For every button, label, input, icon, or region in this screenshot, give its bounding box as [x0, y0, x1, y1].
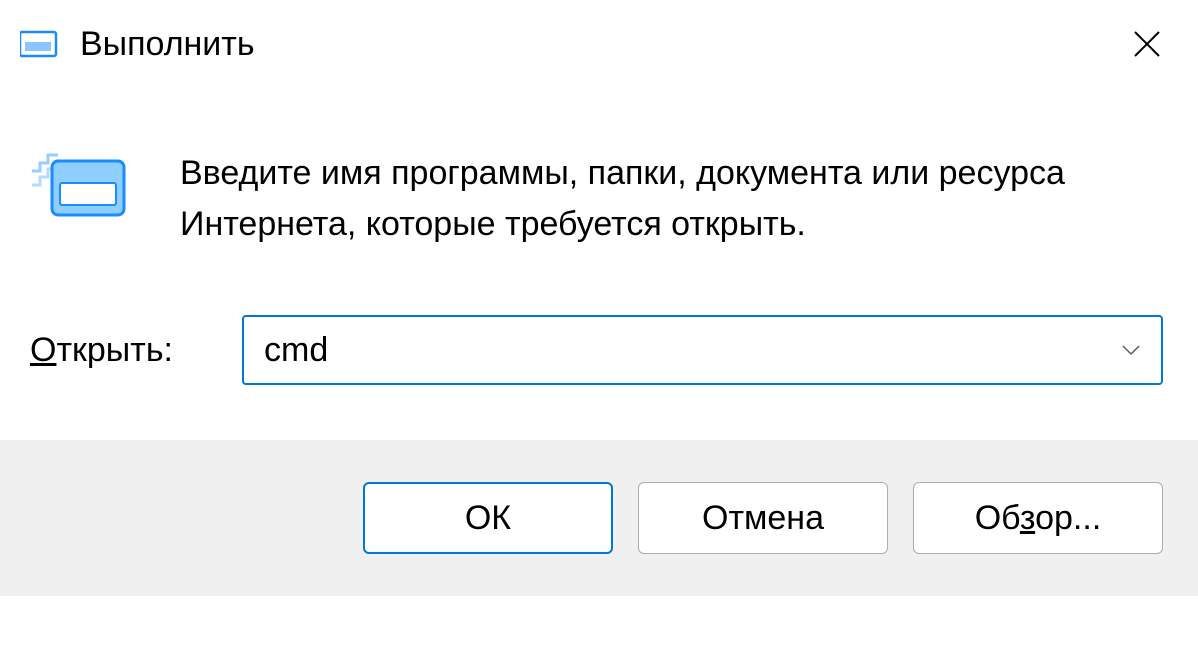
- run-dialog-icon: [20, 24, 60, 64]
- window-title: Выполнить: [80, 25, 255, 64]
- run-large-icon: [30, 153, 130, 223]
- content-area: Введите имя программы, папки, документа …: [0, 88, 1198, 440]
- browse-button[interactable]: Обзор...: [913, 482, 1163, 554]
- titlebar-left: Выполнить: [20, 24, 255, 64]
- open-label: Открыть:: [30, 331, 182, 370]
- description-text: Введите имя программы, папки, документа …: [180, 148, 1163, 250]
- cancel-button[interactable]: Отмена: [638, 482, 888, 554]
- open-combobox[interactable]: [242, 315, 1163, 385]
- open-input[interactable]: [242, 315, 1163, 385]
- titlebar: Выполнить: [0, 0, 1198, 88]
- input-row: Открыть:: [30, 315, 1163, 385]
- ok-button[interactable]: ОК: [363, 482, 613, 554]
- description-row: Введите имя программы, папки, документа …: [30, 148, 1163, 250]
- button-bar: ОК Отмена Обзор...: [0, 440, 1198, 596]
- close-button[interactable]: [1131, 28, 1163, 60]
